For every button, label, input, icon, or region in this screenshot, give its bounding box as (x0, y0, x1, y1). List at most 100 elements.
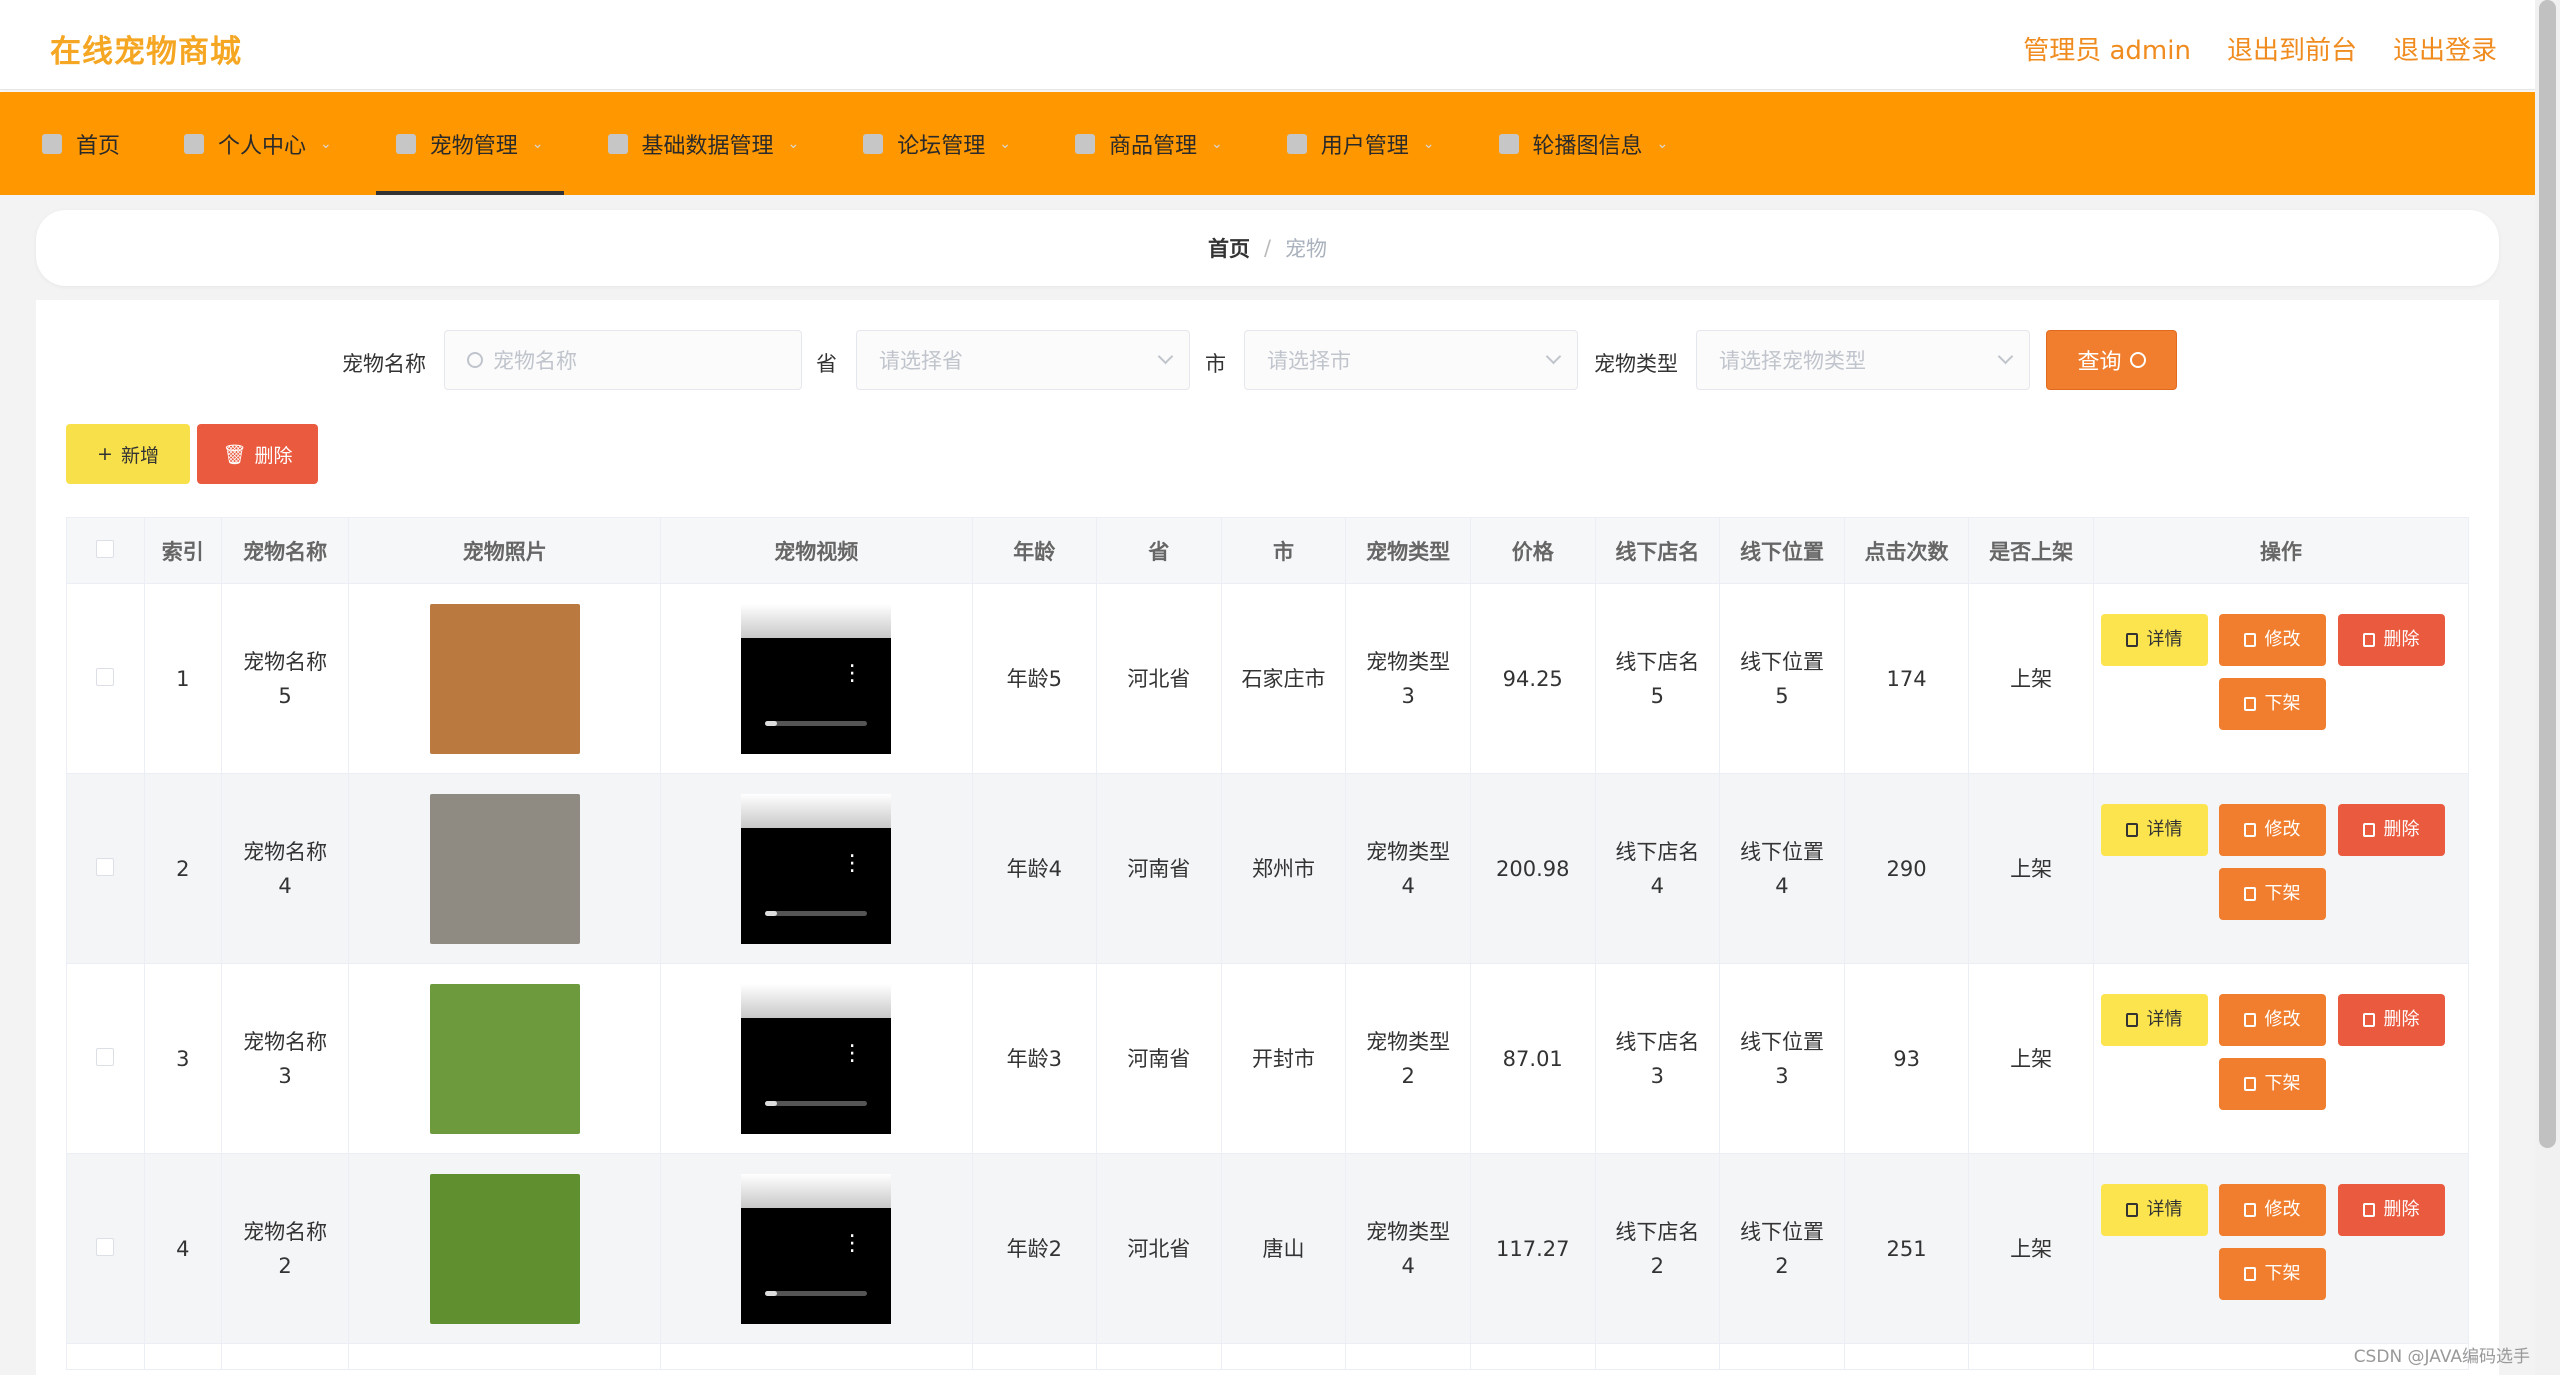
video-progress-bar[interactable] (765, 910, 868, 916)
row-checkbox[interactable] (96, 667, 115, 686)
off-shelf-button[interactable]: 下架 (2218, 1247, 2326, 1300)
video-status-bar (741, 793, 892, 828)
pet-photo[interactable] (429, 793, 580, 944)
column-header: 线下位置 (1719, 517, 1845, 584)
cell-price: 94.25 (1470, 583, 1596, 774)
breadcrumb-current: 宠物 (1285, 237, 1328, 261)
row-checkbox[interactable] (96, 1047, 115, 1066)
cell-value: 年龄5 (1006, 666, 1062, 691)
cell-value: 290 (1886, 856, 1927, 881)
edit-button[interactable]: 修改 (2218, 613, 2326, 666)
breadcrumb: 首页 / 宠物 (36, 210, 2499, 286)
row-checkbox[interactable] (96, 857, 115, 876)
nav-item-label: 基础数据管理 (641, 133, 774, 159)
cell-value: 2 (176, 856, 190, 881)
to-front-link[interactable]: 退出到前台 (2227, 30, 2357, 67)
column-header: 年龄 (972, 517, 1098, 584)
city-select[interactable]: 请选择市 (1244, 330, 1578, 390)
cell-value: 251 (1886, 1236, 1927, 1261)
actions-cell: 详情 修改 删除下架 (2093, 773, 2470, 964)
edit-button[interactable]: 修改 (2218, 1183, 2326, 1236)
more-vertical-icon[interactable]: ⋮ (841, 662, 863, 684)
home-icon (42, 133, 62, 154)
more-vertical-icon[interactable]: ⋮ (841, 1232, 863, 1254)
off-shelf-label: 下架 (2264, 1262, 2301, 1284)
city-label: 市 (1205, 352, 1226, 376)
edit-button[interactable]: 修改 (2218, 803, 2326, 856)
doc-icon (2126, 822, 2139, 837)
cell-empty (1595, 1343, 1721, 1370)
video-progress-bar[interactable] (765, 1290, 868, 1296)
add-button[interactable]: + 新增 (66, 424, 190, 484)
cell-name: 宠物名称 4 (221, 773, 350, 964)
edit-button[interactable]: 修改 (2218, 993, 2326, 1046)
cell-value: 线下位置 5 (1739, 649, 1824, 708)
pet-name-input[interactable]: 宠物名称 (444, 330, 802, 390)
cell-value: 87.01 (1502, 1046, 1563, 1071)
detail-button[interactable]: 详情 (2100, 993, 2208, 1046)
video-progress-bar[interactable] (765, 720, 868, 726)
cell-empty (1096, 1343, 1222, 1370)
pet-photo[interactable] (429, 1173, 580, 1324)
nav-item[interactable]: 基础数据管理 ⌄ (588, 92, 820, 195)
nav-item[interactable]: 论坛管理 ⌄ (843, 92, 1031, 195)
nav-item[interactable]: 轮播图信息 ⌄ (1479, 92, 1689, 195)
detail-button[interactable]: 详情 (2100, 1183, 2208, 1236)
delete-button[interactable]: 删除 (2337, 803, 2445, 856)
nav-item[interactable]: 商品管理 ⌄ (1055, 92, 1243, 195)
cell-name: 宠物名称 5 (221, 583, 350, 774)
off-shelf-button[interactable]: 下架 (2218, 867, 2326, 920)
pet-video-player[interactable]: ⋮ (741, 793, 892, 944)
cell-value: 郑州市 (1252, 856, 1316, 881)
column-header: 宠物名称 (221, 517, 350, 584)
cell-value: 线下店名 5 (1615, 649, 1700, 708)
nav-item[interactable]: 用户管理 ⌄ (1267, 92, 1455, 195)
nav-item-label: 宠物管理 (429, 133, 518, 159)
scrollbar-thumb[interactable] (2539, 0, 2556, 1148)
delete-label: 删除 (2383, 818, 2420, 840)
nav-item[interactable]: 宠物管理 ⌄ (375, 92, 564, 195)
pet-video-player[interactable]: ⋮ (741, 983, 892, 1134)
batch-delete-button[interactable]: 🗑 删除 (197, 424, 318, 484)
delete-label: 删除 (2383, 1198, 2420, 1220)
pet-photo[interactable] (429, 983, 580, 1134)
detail-button[interactable]: 详情 (2100, 803, 2208, 856)
cell-empty (1221, 1343, 1347, 1370)
cell-value: 宠物名称 5 (243, 649, 328, 708)
scrollbar[interactable] (2535, 0, 2560, 1375)
detail-button[interactable]: 详情 (2100, 613, 2208, 666)
cell-value: 线下位置 2 (1739, 1219, 1824, 1278)
province-select[interactable]: 请选择省 (856, 330, 1190, 390)
delete-button[interactable]: 删除 (2337, 993, 2445, 1046)
pet-video-player[interactable]: ⋮ (741, 1173, 892, 1324)
cell-index: 2 (144, 773, 222, 964)
cell-value: 上架 (2010, 666, 2053, 691)
row-checkbox[interactable] (96, 1237, 115, 1256)
row-select-cell (66, 1153, 145, 1344)
cell-age: 年龄4 (972, 773, 1098, 964)
logout-link[interactable]: 退出登录 (2393, 30, 2497, 67)
query-button[interactable]: 查询 (2046, 330, 2177, 390)
more-vertical-icon[interactable]: ⋮ (841, 1042, 863, 1064)
delete-button[interactable]: 删除 (2337, 613, 2445, 666)
nav-item[interactable]: 个人中心 ⌄ (164, 92, 352, 195)
pet-photo[interactable] (429, 603, 580, 754)
admin-label[interactable]: 管理员 admin (2023, 30, 2191, 67)
pet-type-select[interactable]: 请选择宠物类型 (1696, 330, 2030, 390)
delete-button[interactable]: 删除 (2337, 1183, 2445, 1236)
nav-item[interactable]: 首页 (22, 92, 140, 195)
select-all-checkbox[interactable] (96, 539, 115, 558)
off-shelf-button[interactable]: 下架 (2218, 1057, 2326, 1110)
cell-type: 宠物类型 3 (1345, 583, 1471, 774)
video-cell: ⋮ (660, 1153, 973, 1344)
video-cell: ⋮ (660, 583, 973, 774)
off-shelf-button[interactable]: 下架 (2218, 677, 2326, 730)
cell-value: 宠物类型 4 (1366, 839, 1451, 898)
video-progress-bar[interactable] (765, 1100, 868, 1106)
pet-video-player[interactable]: ⋮ (741, 603, 892, 754)
cell-value: 上架 (2010, 1046, 2053, 1071)
edit-label: 修改 (2264, 628, 2301, 650)
more-vertical-icon[interactable]: ⋮ (841, 852, 863, 874)
breadcrumb-home[interactable]: 首页 (1208, 233, 1250, 263)
cell-empty (348, 1343, 661, 1370)
